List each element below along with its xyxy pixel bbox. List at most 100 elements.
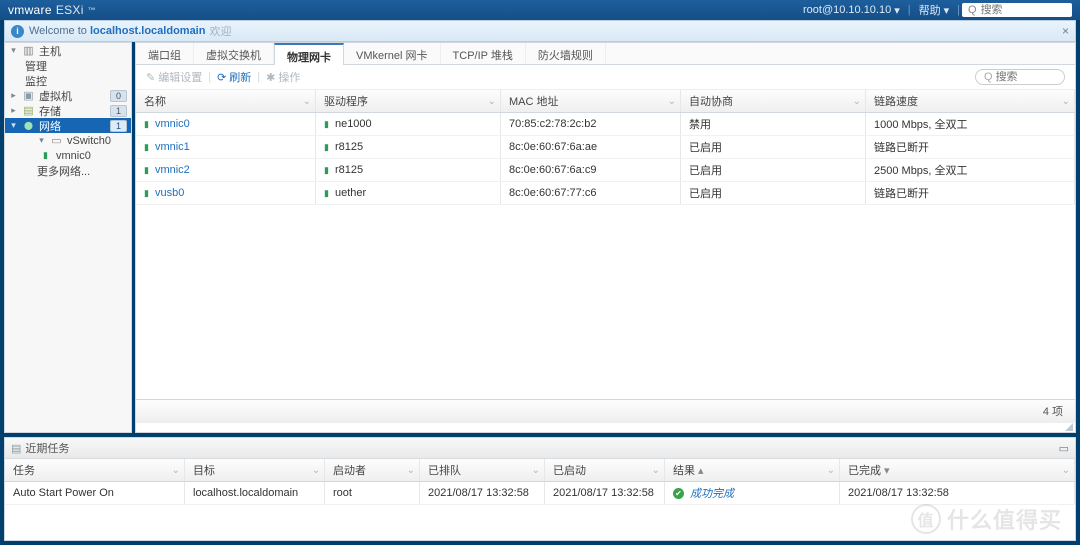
nav-vms[interactable]: ▸ 虚拟机 0 [5, 88, 131, 103]
cell-mac: 8c:0e:60:67:77:c6 [501, 182, 681, 204]
nav-vswitch0[interactable]: ▾ vSwitch0 [5, 133, 131, 148]
resize-handle[interactable] [136, 422, 1075, 432]
col-autoneg[interactable]: 自动协商 [681, 90, 866, 112]
pnic-name[interactable]: vusb0 [155, 187, 184, 199]
sort-asc-icon [698, 464, 704, 477]
tcol-completed[interactable]: 已完成 [840, 459, 1075, 481]
help-menu[interactable]: 帮助 ▾ [913, 2, 956, 18]
grid-search[interactable]: Q [975, 69, 1065, 85]
cell-task: Auto Start Power On [5, 482, 185, 504]
cell-completed: 2021/08/17 13:32:58 [840, 482, 1075, 504]
actions-button[interactable]: ✱操作 [266, 69, 300, 85]
global-search-input[interactable] [981, 4, 1061, 16]
table-row[interactable]: vusb0uether8c:0e:60:67:77:c6已启用链路已断开 [136, 182, 1075, 205]
refresh-button[interactable]: ⟳刷新 [217, 69, 251, 85]
info-icon: i [11, 25, 24, 38]
network-icon [22, 120, 35, 131]
host-icon [22, 45, 35, 56]
sort-desc-icon [884, 464, 890, 477]
grid-body: vmnic0ne100070:85:c2:78:2c:b2禁用1000 Mbps… [136, 113, 1075, 205]
cell-started: 2021/08/17 13:32:58 [545, 482, 665, 504]
tasks-body: Auto Start Power Onlocalhost.localdomain… [5, 482, 1075, 540]
tab-physical-nics[interactable]: 物理网卡 [274, 43, 344, 65]
nav-host[interactable]: ▾ 主机 [5, 43, 131, 58]
brand-trademark: ™ [88, 6, 96, 15]
edit-settings-button[interactable]: ✎编辑设置 [146, 69, 202, 85]
tcol-target[interactable]: 目标 [185, 459, 325, 481]
task-row[interactable]: Auto Start Power Onlocalhost.localdomain… [5, 482, 1075, 505]
cell-autoneg: 已启用 [681, 136, 866, 158]
content-panel: 端口组 虚拟交换机 物理网卡 VMkernel 网卡 TCP/IP 堆栈 防火墙… [135, 42, 1076, 433]
tab-vswitches[interactable]: 虚拟交换机 [194, 43, 274, 64]
table-row[interactable]: vmnic0ne100070:85:c2:78:2c:b2禁用1000 Mbps… [136, 113, 1075, 136]
recent-tasks-panel: ▤ 近期任务 ▭ 任务 目标 启动者 已排队 已启动 结果 已完成 Auto S… [4, 437, 1076, 541]
user-menu[interactable]: root@10.10.10.10 ▾ [797, 4, 906, 17]
welcome-host-link[interactable]: localhost.localdomain [90, 25, 206, 37]
nav-more-networks[interactable]: 更多网络... [5, 163, 131, 178]
tab-tcpip[interactable]: TCP/IP 堆栈 [441, 43, 526, 64]
nav-vmnic0[interactable]: vmnic0 [5, 148, 131, 163]
pnic-name[interactable]: vmnic0 [155, 118, 190, 130]
expand-icon[interactable]: ▸ [9, 105, 18, 116]
expand-icon[interactable]: ▸ [9, 90, 18, 101]
nav-storage[interactable]: ▸ 存储 1 [5, 103, 131, 118]
tcol-task[interactable]: 任务 [5, 459, 185, 481]
brand: vmware ESXi ™ [8, 3, 96, 17]
cell-driver: ne1000 [335, 118, 372, 130]
nav-manage[interactable]: 管理 [5, 58, 131, 73]
col-mac[interactable]: MAC 地址 [501, 90, 681, 112]
close-icon[interactable]: × [1062, 24, 1069, 38]
table-row[interactable]: vmnic1r81258c:0e:60:67:6a:ae已启用链路已断开 [136, 136, 1075, 159]
cell-driver: r8125 [335, 141, 363, 153]
collapse-icon[interactable]: ▭ [1059, 442, 1069, 455]
cell-queued: 2021/08/17 13:32:58 [420, 482, 545, 504]
cell-mac: 8c:0e:60:67:6a:c9 [501, 159, 681, 181]
tcol-queued[interactable]: 已排队 [420, 459, 545, 481]
collapse-icon[interactable]: ▾ [9, 45, 18, 56]
pnic-name[interactable]: vmnic2 [155, 164, 190, 176]
welcome-suffix: 欢迎 [209, 23, 231, 39]
pnic-icon [39, 150, 52, 161]
collapse-icon[interactable]: ▾ [37, 135, 46, 146]
search-icon: Q [968, 4, 977, 16]
refresh-icon: ⟳ [217, 71, 226, 84]
grid-header: 名称 驱动程序 MAC 地址 自动协商 链路速度 [136, 90, 1075, 113]
nav-monitor[interactable]: 监控 [5, 73, 131, 88]
col-linkspeed[interactable]: 链路速度 [866, 90, 1075, 112]
count-badge: 0 [110, 90, 127, 102]
switch-icon [50, 135, 63, 146]
cell-target: localhost.localdomain [185, 482, 325, 504]
tcol-started[interactable]: 已启动 [545, 459, 665, 481]
cell-driver: r8125 [335, 164, 363, 176]
brand-vmware: vmware [8, 3, 52, 17]
nav-host-label: 主机 [39, 43, 61, 59]
driver-icon [324, 141, 332, 153]
cell-linkspeed: 链路已断开 [866, 182, 1075, 204]
global-search[interactable]: Q [962, 3, 1072, 17]
pnic-name[interactable]: vmnic1 [155, 141, 190, 153]
driver-icon [324, 164, 332, 176]
col-driver[interactable]: 驱动程序 [316, 90, 501, 112]
brand-product: ESXi [56, 3, 84, 17]
tcol-initiator[interactable]: 启动者 [325, 459, 420, 481]
col-name[interactable]: 名称 [136, 90, 316, 112]
welcome-banner: i Welcome to localhost.localdomain 欢迎 × [4, 20, 1076, 42]
toolbar: ✎编辑设置 | ⟳刷新 | ✱操作 Q [136, 65, 1075, 90]
separator: | [906, 4, 913, 16]
tab-firewall[interactable]: 防火墙规则 [526, 43, 606, 64]
recent-tasks-header[interactable]: ▤ 近期任务 ▭ [5, 438, 1075, 459]
table-row[interactable]: vmnic2r81258c:0e:60:67:6a:c9已启用2500 Mbps… [136, 159, 1075, 182]
cell-autoneg: 已启用 [681, 159, 866, 181]
nav-networking[interactable]: ▾ 网络 1 [5, 118, 131, 133]
tab-vmkernel-nics[interactable]: VMkernel 网卡 [344, 43, 441, 64]
cell-mac: 8c:0e:60:67:6a:ae [501, 136, 681, 158]
count-badge: 1 [110, 105, 127, 117]
success-icon [673, 487, 687, 499]
collapse-icon[interactable]: ▾ [9, 120, 18, 131]
tab-portgroups[interactable]: 端口组 [136, 43, 194, 64]
tasks-grid: 任务 目标 启动者 已排队 已启动 结果 已完成 Auto Start Powe… [5, 459, 1075, 540]
chevron-down-icon: ▾ [944, 4, 950, 17]
tcol-result[interactable]: 结果 [665, 459, 840, 481]
pnic-grid: 名称 驱动程序 MAC 地址 自动协商 链路速度 vmnic0ne100070:… [136, 90, 1075, 432]
grid-search-input[interactable] [996, 71, 1056, 83]
